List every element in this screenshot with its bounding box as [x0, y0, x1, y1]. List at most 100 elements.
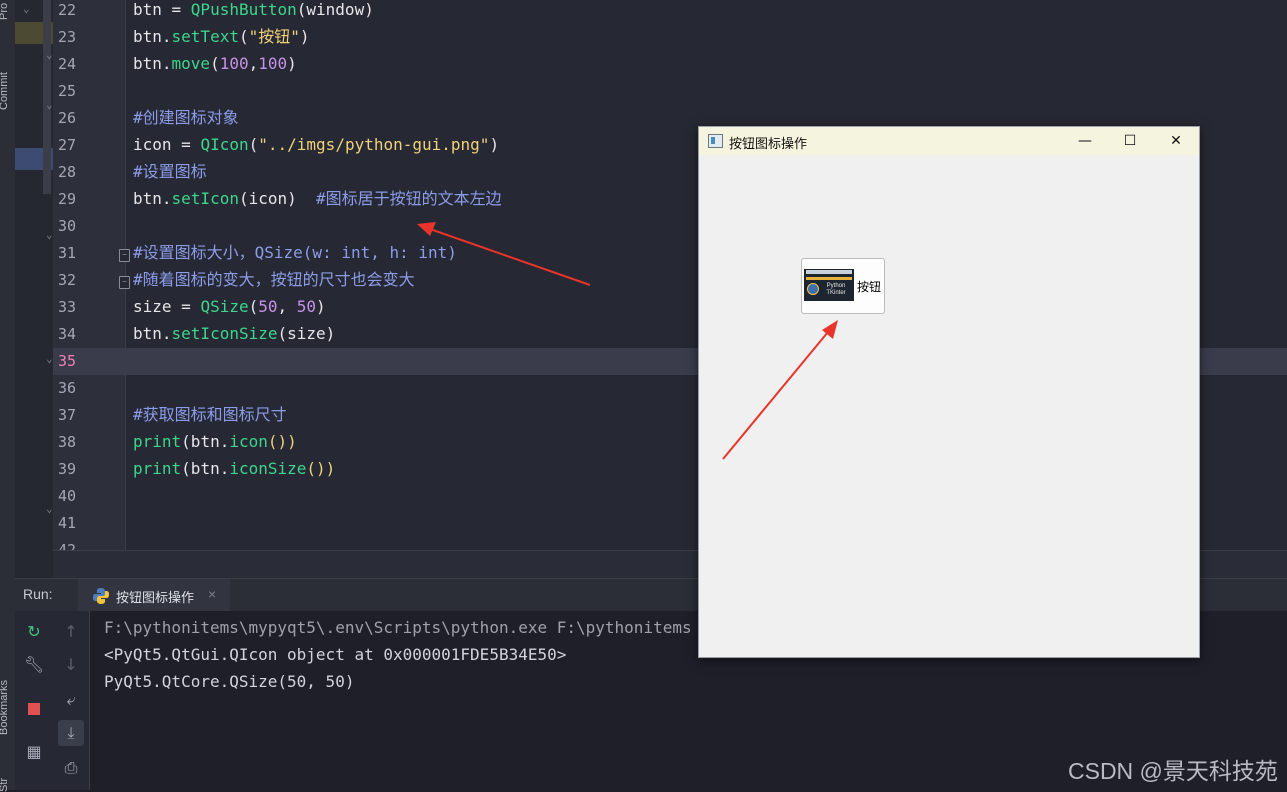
code-line[interactable]: print(btn.iconSize())	[133, 457, 335, 484]
code-token: )	[287, 54, 297, 73]
scroll-to-end-icon[interactable]: ⤓	[58, 720, 84, 746]
code-line[interactable]: #设置图标大小，QSize(w: int, h: int)	[133, 241, 457, 268]
code-line[interactable]: btn.setIconSize(size)	[133, 322, 335, 349]
code-line[interactable]: #设置图标	[133, 160, 207, 187]
code-token: btn.	[133, 54, 172, 73]
push-button-label: 按钮	[857, 280, 882, 294]
chevron-down-icon[interactable]: ⌄	[23, 2, 30, 15]
code-token: (	[238, 27, 249, 46]
line-number: 34	[58, 325, 77, 343]
fold-icon[interactable]: −	[119, 249, 130, 262]
code-line[interactable]: #创建图标对象	[133, 106, 239, 133]
window-icon	[708, 134, 723, 148]
python-gui-image-icon: Python TKinter	[804, 269, 854, 301]
icon-push-button[interactable]: Python TKinter 按钮	[801, 258, 885, 314]
line-number: 26	[58, 109, 77, 127]
layout-icon[interactable]: ▦	[21, 739, 47, 765]
line-number: 40	[58, 487, 77, 505]
rerun-icon[interactable]: ↻	[21, 619, 47, 645]
code-line[interactable]: btn.move(100,100)	[133, 52, 297, 79]
line-number: 42	[58, 541, 77, 550]
code-line[interactable]: icon = QIcon("../imgs/python-gui.png")	[133, 133, 499, 160]
fold-icon[interactable]: −	[119, 276, 130, 289]
line-number: 30	[58, 217, 77, 235]
code-token: (icon)	[238, 189, 317, 208]
bookmarks-tab[interactable]: Bookmarks	[0, 680, 10, 735]
code-line[interactable]: btn.setText("按钮")	[133, 25, 310, 52]
code-line[interactable]: #获取图标和图标尺寸	[133, 403, 287, 430]
arrow-down-icon[interactable]: ↓	[58, 652, 84, 678]
code-token: (	[210, 54, 220, 73]
code-token: )	[299, 27, 310, 46]
code-line[interactable]: btn = QPushButton(window)	[133, 0, 374, 25]
code-token: print	[133, 432, 182, 451]
line-number: 31	[58, 244, 77, 262]
line-number: 27	[58, 136, 77, 154]
code-token: icon	[229, 432, 268, 451]
chevron-icon[interactable]: ⌄	[46, 352, 53, 365]
code-token: ())	[306, 459, 336, 478]
run-label: Run:	[23, 586, 53, 602]
print-icon[interactable]: ⎙	[58, 755, 84, 781]
code-token: QSize	[200, 297, 249, 316]
arrow-up-icon[interactable]: ↑	[58, 619, 84, 645]
qt-app-window: 按钮图标操作 — ☐ ✕ Python TKinter 按钮	[698, 126, 1200, 658]
stop-icon[interactable]	[21, 695, 47, 721]
line-number: 23	[58, 28, 77, 46]
wrench-icon[interactable]: 🔧︎	[21, 652, 47, 678]
qt-title-bar[interactable]: 按钮图标操作 — ☐ ✕	[699, 127, 1199, 155]
code-token: #创建图标对象	[133, 108, 239, 127]
scroll-indicator[interactable]	[43, 0, 51, 194]
line-number: 29	[58, 190, 77, 208]
code-token: icon =	[133, 135, 201, 154]
code-token: move	[171, 54, 211, 73]
code-token: setText	[171, 27, 239, 46]
code-token: (	[248, 135, 259, 154]
code-line[interactable]: size = QSize(50, 50)	[133, 295, 326, 322]
code-token: ,	[248, 54, 259, 73]
code-token: (window)	[296, 0, 374, 19]
code-token: QIcon	[200, 135, 249, 154]
console-line: PyQt5.QtCore.QSize(50, 50)	[104, 672, 355, 691]
line-number: 35	[58, 352, 77, 370]
code-token: )	[489, 135, 500, 154]
line-number: 33	[58, 298, 77, 316]
console-line: F:\pythonitems\mypyqt5\.env\Scripts\pyth…	[104, 618, 692, 637]
project-tab[interactable]: Pro	[0, 3, 10, 20]
maximize-button[interactable]: ☐	[1108, 128, 1152, 154]
run-tab[interactable]: 按钮图标操作 ×	[78, 579, 230, 614]
code-token: QPushButton	[190, 0, 297, 19]
code-line[interactable]: #随着图标的变大，按钮的尺寸也会变大	[133, 268, 415, 295]
icon-image-caption: Python TKinter	[826, 283, 846, 296]
line-number: 38	[58, 433, 77, 451]
code-token: btn =	[133, 0, 191, 19]
code-token: btn.	[133, 189, 172, 208]
chevron-icon[interactable]: ⌄	[46, 98, 53, 111]
code-token: setIconSize	[171, 324, 278, 343]
minimize-button[interactable]: —	[1063, 128, 1107, 154]
close-icon[interactable]: ×	[208, 586, 216, 602]
code-token: ,	[277, 297, 297, 316]
code-token: )	[316, 297, 326, 316]
code-token: size =	[133, 297, 201, 316]
chevron-icon[interactable]: ⌄	[46, 502, 53, 515]
code-token: btn.	[133, 324, 172, 343]
code-token: (btn.	[181, 459, 230, 478]
code-token: 50	[258, 297, 278, 316]
code-line[interactable]: print(btn.icon())	[133, 430, 297, 457]
code-token: #获取图标和图标尺寸	[133, 405, 287, 424]
left-tool-strip: Pro Commit Bookmarks Str	[0, 0, 16, 792]
commit-tab[interactable]: Commit	[0, 72, 10, 110]
soft-wrap-icon[interactable]: ⤶	[58, 687, 84, 713]
chevron-icon[interactable]: ⌄	[46, 228, 53, 241]
chevron-icon[interactable]: ⌄	[46, 48, 53, 61]
close-button[interactable]: ✕	[1154, 128, 1198, 154]
code-token: ())	[267, 432, 297, 451]
run-tab-title: 按钮图标操作	[116, 590, 195, 605]
code-token: #设置图标大小，QSize(w: int, h: int)	[133, 243, 457, 262]
qt-window-title: 按钮图标操作	[729, 136, 808, 151]
code-line[interactable]: btn.setIcon(icon) #图标居于按钮的文本左边	[133, 187, 502, 214]
line-number: 32	[58, 271, 77, 289]
line-number: 28	[58, 163, 77, 181]
code-token: iconSize	[229, 459, 307, 478]
